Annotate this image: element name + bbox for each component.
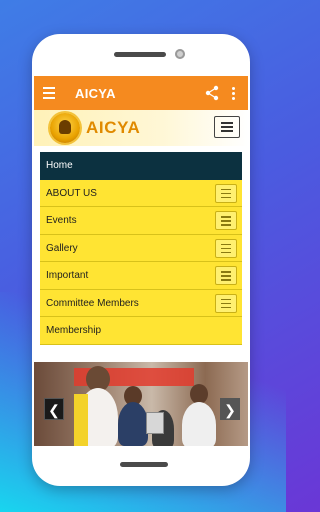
nav-item-label: Events [46,215,77,226]
nav-item-home[interactable]: Home [40,152,242,180]
hamburger-icon[interactable] [215,238,237,258]
phone-speaker [114,52,166,57]
phone-home-bar [120,462,168,467]
nav-item-label: Gallery [46,242,78,254]
nav-item-label: Membership [46,325,102,336]
nav-item-membership[interactable]: Membership [40,317,242,345]
nav-item-label: Committee Members [46,297,139,309]
hamburger-icon[interactable] [215,293,237,313]
app-title: AICYA [75,86,116,101]
logo-emblem-icon [50,113,80,143]
nav-item-events[interactable]: Events [40,207,242,235]
app-bar: AICYA [34,76,248,110]
site-header: AICYA [34,110,248,146]
chevron-right-icon[interactable]: ❯ [220,398,240,420]
menu-icon[interactable] [43,87,55,102]
slider-photo-sash [74,394,88,446]
slider-photo-person [118,402,148,446]
nav-toggle-button[interactable] [214,116,240,138]
nav-item-important[interactable]: Important [40,262,242,290]
logo-text: AICYA [86,118,141,137]
nav-item-committee-members[interactable]: Committee Members [40,289,242,317]
nav-menu: Home ABOUT US Events Gallery Important C… [40,152,242,345]
hamburger-icon[interactable] [215,183,237,203]
nav-item-gallery[interactable]: Gallery [40,234,242,262]
phone-frame: AICYA AICYA Home ABOUT US Events Gallery… [32,34,250,486]
slider-photo-person [190,384,208,404]
hamburger-icon[interactable] [215,266,237,285]
nav-item-label: Important [46,270,89,281]
image-slider[interactable]: ❮ ❯ [34,362,248,446]
nav-item-about-us[interactable]: ABOUT US [40,179,242,207]
phone-camera [175,49,185,59]
more-vertical-icon[interactable] [232,87,236,102]
slider-photo-person [182,402,216,446]
share-icon[interactable] [205,85,219,101]
chevron-left-icon[interactable]: ❮ [44,398,64,420]
hamburger-icon[interactable] [215,211,237,230]
slider-photo-trophy [146,412,164,434]
nav-item-label: Home [46,160,73,171]
nav-item-label: ABOUT US [46,187,97,199]
app-screen: AICYA AICYA Home ABOUT US Events Gallery… [34,76,248,446]
